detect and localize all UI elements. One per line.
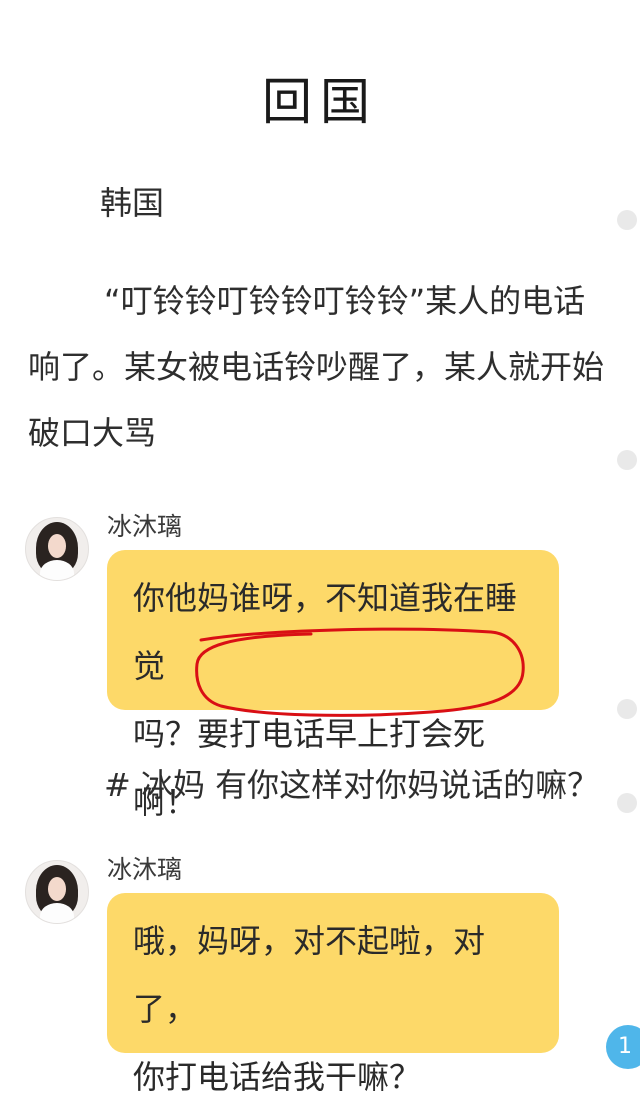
comment-dot-icon[interactable] <box>617 699 637 719</box>
avatar-body <box>40 903 74 923</box>
chat-bubble: 你他妈谁呀，不知道我在睡觉 吗？要打电话早上打会死啊！ <box>107 550 559 821</box>
sender-name: 冰沐璃 <box>107 512 183 541</box>
paragraph-location: 韩国 <box>100 184 165 222</box>
paragraph-mom-reply: # 冰妈 有你这样对你妈说话的嘛？ <box>104 766 600 804</box>
avatar-body <box>40 560 74 580</box>
bubble-line: 你他妈谁呀，不知道我在睡觉 <box>133 579 518 685</box>
avatar-face <box>48 877 66 901</box>
bubble-line: 你打电话给我干嘛？ <box>133 1058 422 1096</box>
page-count-badge[interactable]: 1 <box>606 1025 640 1069</box>
sender-name: 冰沐璃 <box>107 855 183 884</box>
paragraph-phone-ring: “叮铃铃叮铃铃叮铃铃”某人的电话响了。某女被电话铃吵醒了，某人就开始破口大骂 <box>28 282 605 452</box>
comment-dot-icon[interactable] <box>617 450 637 470</box>
chat-bubble: 哦，妈呀，对不起啦，对了， 你打电话给我干嘛？ <box>107 893 559 1096</box>
comment-dot-icon[interactable] <box>617 210 637 230</box>
bubble-line: 哦，妈呀，对不起啦，对了， <box>133 922 486 1028</box>
avatar[interactable] <box>25 860 89 924</box>
avatar-face <box>48 534 66 558</box>
article-title: 回国 <box>262 73 378 131</box>
article-page: 回国 韩国 “叮铃铃叮铃铃叮铃铃”某人的电话响了。某女被电话铃吵醒了，某人就开始… <box>0 0 640 1103</box>
avatar[interactable] <box>25 517 89 581</box>
comment-dot-icon[interactable] <box>617 793 637 813</box>
